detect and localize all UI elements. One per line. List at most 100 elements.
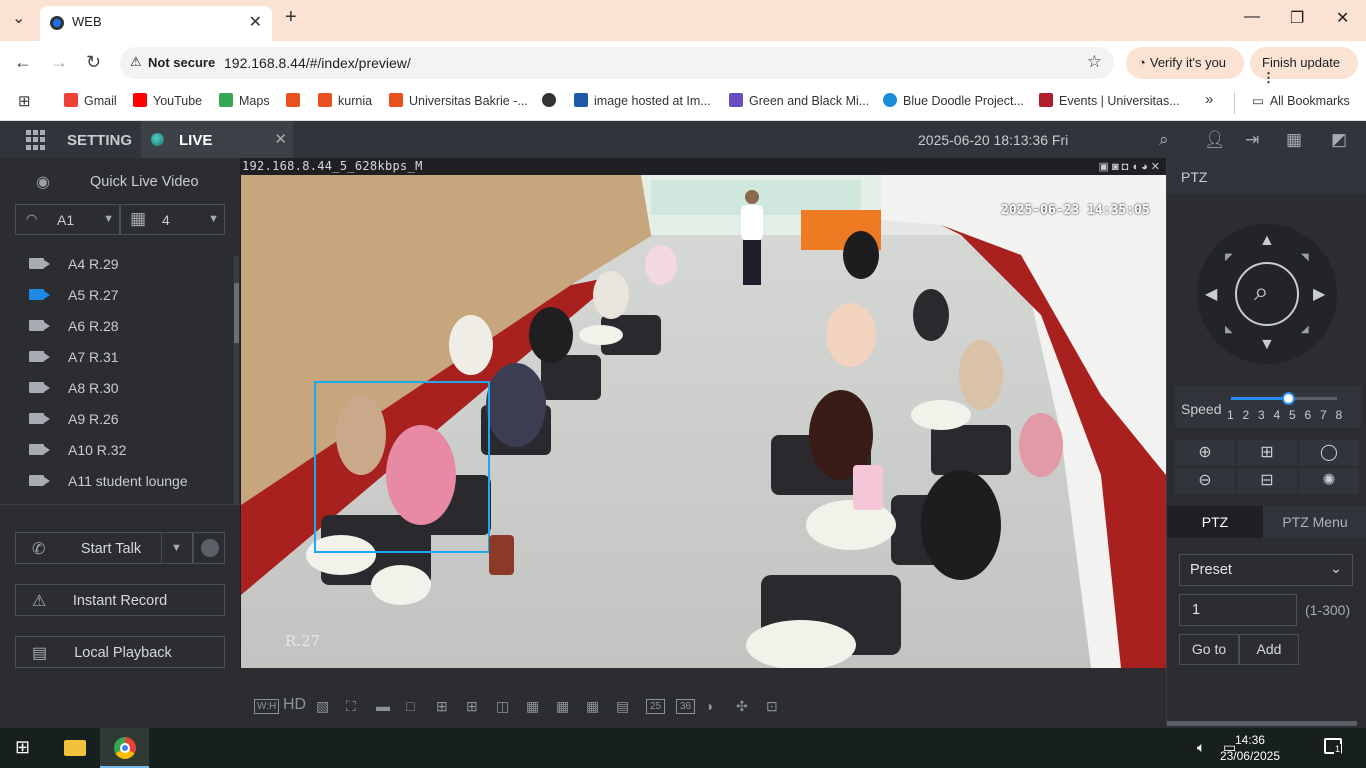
tab-ptz-menu[interactable]: PTZ Menu — [1263, 506, 1366, 538]
talk-options-dropdown[interactable]: ▼ — [161, 532, 193, 564]
device-item-a5[interactable]: A5 R.27 — [0, 280, 232, 311]
verify-button[interactable]: ◔ Verify it's you — [1126, 47, 1244, 79]
device-item-a7[interactable]: A7 R.31 — [0, 342, 232, 373]
video-window-controls[interactable]: ▣ ◙ ◘ ◖ ◕ ✕ — [1099, 160, 1160, 173]
new-tab-icon[interactable]: + — [285, 6, 297, 29]
fullscreen-icon[interactable]: ◩ — [1331, 130, 1347, 150]
arrow-up-left-icon[interactable]: ◤ — [1225, 252, 1233, 263]
preset-select[interactable]: Preset ⌄ — [1179, 554, 1353, 586]
arrow-down-left-icon[interactable]: ◣ — [1225, 324, 1233, 335]
setting-tab[interactable]: SETTING — [67, 132, 132, 149]
layout-6-icon[interactable]: ⊞ — [466, 698, 478, 715]
warning-icon[interactable]: ⚠ — [130, 54, 142, 70]
iris-open-icon[interactable]: ◯ — [1299, 440, 1359, 466]
goto-button[interactable]: Go to — [1179, 634, 1239, 665]
user-icon[interactable]: 👤︎ — [1204, 130, 1226, 150]
reload-icon[interactable]: ↻ — [86, 52, 101, 73]
layout-36-button[interactable]: 36 — [676, 699, 696, 714]
bookmark-globe[interactable] — [542, 93, 562, 108]
address-bar[interactable]: ⚠ Not secure 192.168.8.44/#/index/previe… — [120, 47, 1114, 79]
zoom-out-icon[interactable]: ⊖ — [1175, 468, 1235, 494]
close-window-icon[interactable]: ✕ — [1336, 8, 1349, 28]
area-select[interactable]: ◠ A1 ▼ — [15, 204, 120, 235]
tab-search-icon[interactable]: ⌄ — [12, 8, 25, 28]
local-playback-button[interactable]: ▤ Local Playback — [15, 636, 225, 668]
apps-grid-icon[interactable]: ⊞ — [18, 92, 31, 110]
logout-icon[interactable]: ⇥ — [1245, 130, 1259, 150]
speed-value-1[interactable]: 1 — [1227, 408, 1235, 422]
iris-close-icon[interactable]: ✺ — [1299, 468, 1359, 494]
arrow-right-icon[interactable]: ▶ — [1313, 284, 1325, 304]
finish-update-button[interactable]: Finish update ⋮ — [1250, 47, 1358, 85]
chrome-taskbar-item[interactable] — [100, 728, 149, 768]
focus-near-icon[interactable]: ⊞ — [1237, 440, 1297, 466]
bookmark-maps[interactable]: Maps — [219, 93, 270, 108]
speed-value-2[interactable]: 2 — [1243, 408, 1251, 422]
url-text[interactable]: 192.168.8.44/#/index/preview/ — [224, 55, 411, 71]
instant-record-button[interactable]: ⚠ Instant Record — [15, 584, 225, 616]
device-item-a8[interactable]: A8 R.30 — [0, 373, 232, 404]
device-item-a10[interactable]: A10 R.32 — [0, 435, 232, 466]
bookmark-blue-doodle[interactable]: Blue Doodle Project... — [883, 93, 1024, 108]
bookmark-star-icon[interactable]: ☆ — [1087, 52, 1102, 72]
speed-value-8[interactable]: 8 — [1336, 408, 1344, 422]
ptz-control-icon[interactable]: ✣ — [736, 698, 748, 715]
arrow-up-right-icon[interactable]: ◥ — [1301, 252, 1309, 263]
zoom-in-icon[interactable]: ⊕ — [1175, 440, 1235, 466]
menu-grid-icon[interactable] — [26, 130, 46, 150]
layout-16-icon[interactable]: ▦ — [586, 698, 599, 715]
device-item-a9[interactable]: A9 R.26 — [0, 404, 232, 435]
bookmark-shield[interactable] — [286, 93, 306, 108]
speed-value-4[interactable]: 4 — [1274, 408, 1282, 422]
layout-1-icon[interactable]: □ — [406, 698, 414, 714]
speed-value-7[interactable]: 7 — [1320, 408, 1328, 422]
arrow-down-icon[interactable]: ▼ — [1259, 336, 1275, 354]
speed-value-3[interactable]: 3 — [1258, 408, 1266, 422]
layout-13-icon[interactable]: ▦ — [556, 698, 569, 715]
file-explorer-icon[interactable] — [64, 740, 86, 756]
quick-live-video[interactable]: Quick Live Video — [90, 174, 199, 190]
windows-start-icon[interactable]: ⊞ — [15, 737, 30, 758]
tab-close-icon[interactable]: ✕ — [249, 12, 262, 32]
bookmark-youtube[interactable]: YouTube — [133, 93, 202, 108]
taskbar-clock[interactable]: 14:36 23/06/2025 — [1220, 732, 1280, 764]
arrow-left-icon[interactable]: ◀ — [1205, 284, 1217, 304]
live-tab[interactable]: LIVE ✕ — [141, 121, 293, 158]
bookmark-image-hosted[interactable]: image hosted at Im... — [574, 93, 711, 108]
ptz-direction-pad[interactable]: ▲ ▼ ◀ ▶ ◤ ◥ ◣ ◢ ⌕ — [1197, 224, 1337, 364]
tab-ptz[interactable]: PTZ — [1167, 506, 1263, 538]
speed-value-6[interactable]: 6 — [1305, 408, 1313, 422]
layout-8-icon[interactable]: ◫ — [496, 698, 509, 715]
speed-value-5[interactable]: 5 — [1289, 408, 1297, 422]
back-icon[interactable]: ← — [14, 52, 32, 73]
add-preset-button[interactable]: Add — [1239, 634, 1299, 665]
zoom-search-icon[interactable]: ⊡ — [766, 698, 778, 715]
search-icon[interactable]: ⌕ — [1159, 130, 1169, 150]
audio-icon[interactable]: ◗ — [706, 698, 714, 714]
bookmark-universitas-bakrie[interactable]: Universitas Bakrie -... — [389, 93, 528, 108]
arrow-up-icon[interactable]: ▲ — [1259, 232, 1275, 250]
camera-feed[interactable]: 2025-06-23 14:35:05 R.27 — [241, 175, 1166, 668]
device-item-a4[interactable]: A4 R.29 — [0, 249, 232, 280]
device-item-a6[interactable]: A6 R.28 — [0, 311, 232, 342]
restore-icon[interactable]: ❐ — [1290, 8, 1304, 28]
notification-center-icon[interactable]: 1 — [1324, 738, 1342, 754]
more-bookmarks-icon[interactable]: » — [1205, 91, 1213, 108]
layout-25-button[interactable]: 25 — [646, 699, 666, 714]
bookmark-green-black[interactable]: Green and Black Mi... — [729, 93, 869, 108]
all-bookmarks[interactable]: ▭ All Bookmarks — [1252, 93, 1350, 108]
live-tab-close-icon[interactable]: ✕ — [274, 130, 287, 148]
ptz-panel-scrollbar[interactable] — [1167, 721, 1357, 726]
bookmark-kurnia[interactable]: kurnia — [318, 93, 372, 108]
device-item-a11[interactable]: A11 student lounge — [0, 466, 232, 497]
layout-4-icon[interactable]: ⊞ — [436, 698, 448, 715]
security-label[interactable]: Not secure — [148, 55, 215, 70]
arrow-down-right-icon[interactable]: ◢ — [1301, 324, 1309, 335]
stream-quality-icon[interactable]: ▧ — [316, 698, 329, 715]
forward-icon[interactable]: → — [50, 52, 68, 73]
aspect-ratio-button[interactable]: W:H — [254, 699, 280, 714]
focus-far-icon[interactable]: ⊟ — [1237, 468, 1297, 494]
qr-code-icon[interactable]: ▦ — [1286, 130, 1302, 150]
volume-icon[interactable]: 🔈︎ — [1197, 739, 1205, 756]
device-list-scroll-thumb[interactable] — [234, 283, 239, 343]
